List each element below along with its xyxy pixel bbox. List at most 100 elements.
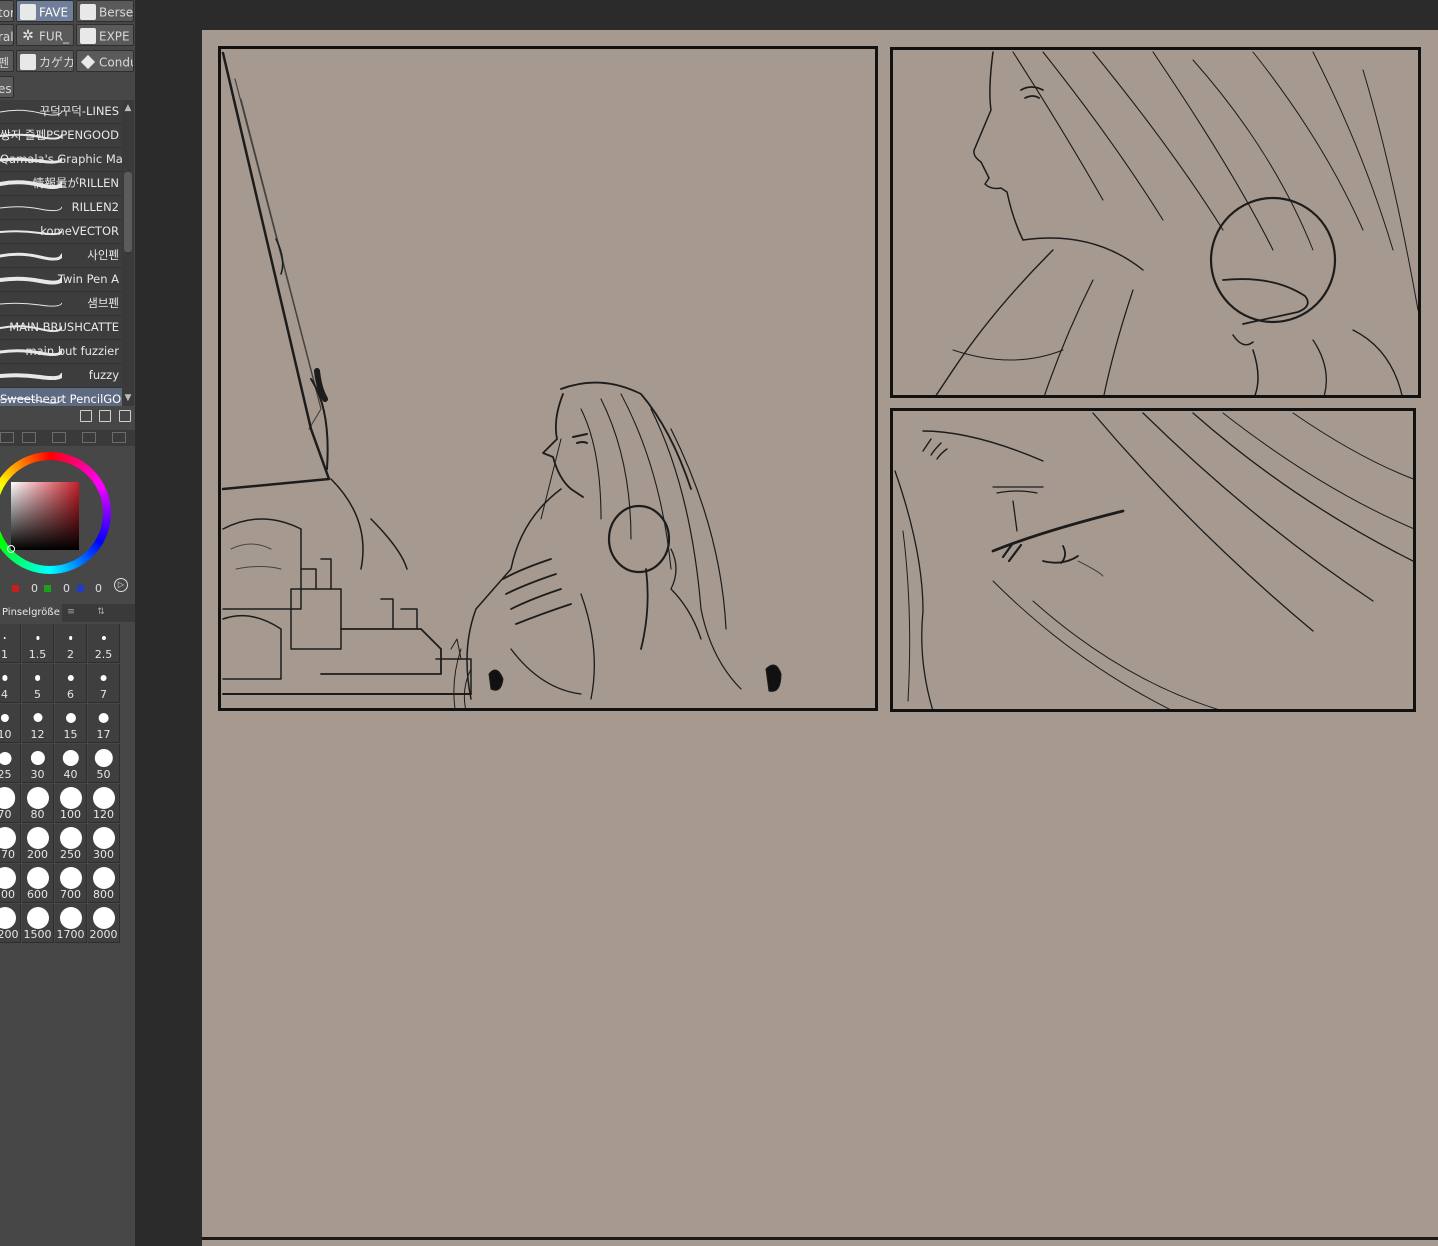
brush-item[interactable]: 情報量がRILLEN	[0, 172, 122, 196]
brush-size-dot-icon	[35, 636, 40, 640]
color-picker-cursor[interactable]	[7, 545, 15, 553]
brush-size-label: 1.5	[28, 648, 47, 661]
brush-size-preset[interactable]: 40	[55, 744, 87, 783]
brush-size-dot-icon	[0, 713, 9, 723]
brush-item[interactable]: 쌍지 줄펜PSPENGOOD	[0, 124, 122, 148]
brush-size-preset[interactable]: 80	[22, 784, 54, 823]
brush-size-preset[interactable]: 17	[88, 704, 120, 743]
brush-size-preset[interactable]: 250	[55, 824, 87, 863]
brush-size-label: 250	[60, 848, 81, 861]
brush-size-preset[interactable]: 100	[55, 784, 87, 823]
brush-size-preset[interactable]: 25	[0, 744, 21, 783]
subtool-button-es[interactable]: es	[0, 76, 14, 98]
brush-item[interactable]: komeVECTOR	[0, 220, 122, 244]
brush-size-label: 100	[60, 808, 81, 821]
tool-property-icon[interactable]: ≡	[61, 606, 81, 619]
brush-size-label: 170	[0, 848, 15, 861]
brush-size-preset[interactable]: 1	[0, 624, 21, 663]
tab-approximate-color[interactable]	[112, 432, 126, 443]
comic-panel-3[interactable]	[890, 408, 1416, 712]
tab-color-slider[interactable]	[22, 432, 36, 443]
brush-size-preset[interactable]: 2	[55, 624, 87, 663]
brush-item[interactable]: RILLEN2	[0, 196, 122, 220]
brush-size-preset[interactable]: 2.5	[88, 624, 120, 663]
brush-size-preset[interactable]: 50	[88, 744, 120, 783]
brush-item[interactable]: Qamala's Graphic Marker	[0, 148, 122, 172]
brush-item-label: MAIN BRUSHCATTE	[9, 320, 119, 334]
comic-panel-2[interactable]	[890, 47, 1421, 398]
brush-size-preset[interactable]: 1500	[22, 904, 54, 943]
brush-size-panel-tabs: Pinselgröße ≡ ⇅	[0, 604, 135, 622]
brush-item[interactable]: 꾸덕꾸덕-LINES	[0, 100, 122, 124]
brush-size-preset[interactable]: 5	[22, 664, 54, 703]
tab-color-wheel[interactable]	[0, 432, 14, 443]
brush-size-preset[interactable]: 120	[88, 784, 120, 823]
subtool-button-condu[interactable]: Condu	[76, 50, 134, 72]
duplicate-brush-icon[interactable]	[99, 410, 111, 422]
brush-size-label: 700	[60, 888, 81, 901]
subtool-button-fave[interactable]: FAVE	[16, 0, 74, 22]
brush-item-label: 情報量がRILLEN	[32, 176, 119, 190]
scroll-down-icon[interactable]: ▼	[122, 392, 134, 404]
comic-panel-1[interactable]	[218, 46, 878, 711]
brush-size-preset[interactable]: 200	[22, 824, 54, 863]
pen-icon	[80, 27, 96, 44]
brush-size-label: 17	[96, 728, 111, 741]
subtool-button-tor[interactable]: tor	[0, 0, 14, 22]
brush-item[interactable]: 사인펜	[0, 244, 122, 268]
import-brush-icon[interactable]	[80, 410, 92, 422]
brush-size-preset[interactable]: 1700	[55, 904, 87, 943]
delete-brush-icon[interactable]	[119, 410, 131, 422]
brush-size-label: 800	[93, 888, 114, 901]
scrollbar-thumb[interactable]	[124, 172, 132, 252]
subtool-button-pen-kr[interactable]: 펜	[0, 50, 14, 72]
brush-size-preset[interactable]: 12	[22, 704, 54, 743]
brush-item[interactable]: fuzzy	[0, 364, 122, 388]
subtool-button-berser[interactable]: Berser	[76, 0, 134, 22]
scroll-up-icon[interactable]: ▲	[122, 102, 134, 114]
brush-size-preset[interactable]: 700	[55, 864, 87, 903]
tab-color-set[interactable]	[52, 432, 66, 443]
tab-brush-size[interactable]: Pinselgröße	[0, 604, 62, 622]
brush-size-preset[interactable]: 500	[0, 864, 21, 903]
tab-intermediate-color[interactable]	[82, 432, 96, 443]
red-value: 0	[31, 582, 38, 595]
brush-size-label: 25	[0, 768, 12, 781]
subtool-button-kageka[interactable]: カゲカ	[16, 50, 74, 72]
brush-size-preset[interactable]: 7	[88, 664, 120, 703]
subtool-button-fur[interactable]: ✲ FUR_	[16, 24, 74, 46]
brush-size-preset[interactable]: 800	[88, 864, 120, 903]
brush-size-preset[interactable]: 2000	[88, 904, 120, 943]
brush-item-label: Qamala's Graphic Marker	[0, 152, 122, 166]
brush-size-dot-icon	[0, 827, 16, 849]
color-mode-icon[interactable]: ▷	[114, 578, 128, 592]
brush-size-preset[interactable]: 10	[0, 704, 21, 743]
brush-item[interactable]: Twin Pen A	[0, 268, 122, 292]
brush-size-preset[interactable]: 70	[0, 784, 21, 823]
sub-tool-detail-icon[interactable]: ⇅	[91, 606, 111, 619]
brush-size-dot-icon	[0, 787, 16, 809]
brush-size-preset[interactable]: 170	[0, 824, 21, 863]
saturation-value-square[interactable]	[11, 482, 79, 550]
brush-size-preset[interactable]: 300	[88, 824, 120, 863]
subtool-button-ral[interactable]: ral	[0, 24, 14, 46]
brush-size-preset[interactable]: 1200	[0, 904, 21, 943]
brush-size-preset[interactable]: 30	[22, 744, 54, 783]
brush-item[interactable]: 샘브펜	[0, 292, 122, 316]
brush-item[interactable]: MAIN BRUSHCATTE	[0, 316, 122, 340]
fur-brush-icon: ✲	[22, 27, 34, 44]
brush-size-label: 300	[93, 848, 114, 861]
brush-size-dot-icon	[0, 751, 11, 765]
brush-size-preset[interactable]: 15	[55, 704, 87, 743]
brush-list-scrollbar[interactable]: ▲ ▼	[122, 100, 134, 406]
subtool-button-expe[interactable]: EXPE	[76, 24, 134, 46]
brush-size-preset[interactable]: 600	[22, 864, 54, 903]
brush-size-label: 7	[100, 688, 107, 701]
brush-size-preset[interactable]: 6	[55, 664, 87, 703]
brush-size-preset[interactable]: 4	[0, 664, 21, 703]
brush-item[interactable]: main but fuzzier	[0, 340, 122, 364]
brush-size-dot-icon	[100, 674, 107, 682]
brush-size-preset[interactable]: 1.5	[22, 624, 54, 663]
brush-item-label: fuzzy	[88, 368, 119, 382]
manga-page-canvas[interactable]	[202, 30, 1438, 1246]
